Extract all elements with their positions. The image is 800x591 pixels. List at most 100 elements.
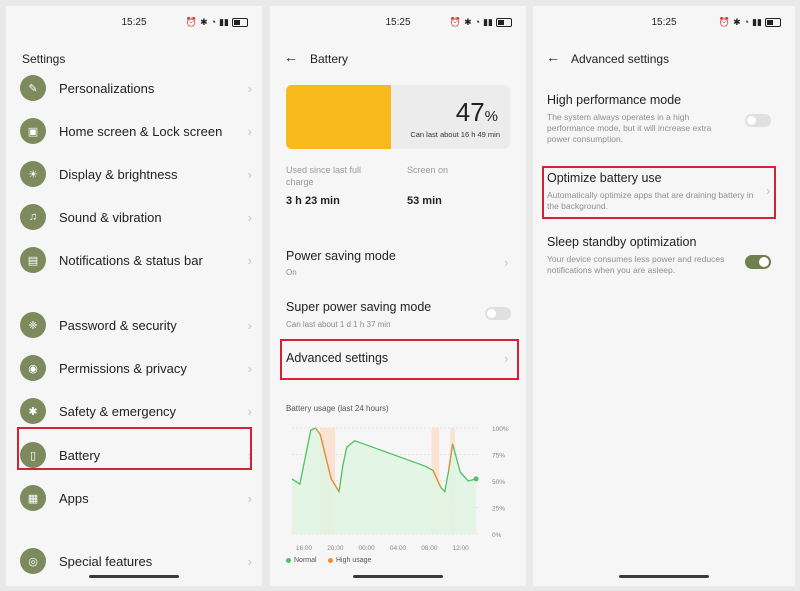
settings-item-label: Personalizations — [59, 80, 155, 96]
sleep-standby-desc: Your device consumes less power and redu… — [547, 254, 725, 275]
image-icon: ▣ — [20, 118, 46, 144]
chevron-right-icon: › — [247, 490, 252, 506]
settings-item[interactable]: ▣ Home screen & Lock screen › — [20, 116, 252, 146]
settings-item[interactable]: ❈ Password & security › — [20, 310, 252, 340]
settings-item-label: Sound & vibration — [59, 209, 162, 225]
chevron-right-icon: › — [247, 403, 252, 419]
power-saving-title: Power saving mode — [286, 249, 396, 263]
highlight-battery-box — [17, 427, 252, 470]
alarm-icon: ⏰ — [718, 17, 731, 27]
settings-item-label: Home screen & Lock screen — [59, 123, 223, 139]
alarm-icon: ⏰ — [185, 17, 198, 27]
settings-item[interactable]: ▤ Notifications & status bar › — [20, 245, 252, 275]
page-title: Settings — [22, 52, 66, 66]
battery-level-card: 47% Can last about 16 h 49 min — [286, 85, 510, 149]
brush-icon: ✎ — [20, 75, 46, 101]
page-title: Advanced settings — [571, 52, 670, 66]
high-performance-desc: The system always operates in a high per… — [547, 112, 712, 144]
y-tick-label: 100% — [492, 426, 509, 433]
settings-item[interactable]: ◉ Permissions & privacy › — [20, 353, 252, 383]
settings-item-label: Safety & emergency — [59, 403, 177, 419]
x-tick-label: 00:00 — [359, 545, 376, 552]
settings-item-label: Permissions & privacy — [59, 360, 187, 376]
y-tick-label: 50% — [492, 479, 505, 486]
super-power-saving-title: Super power saving mode — [286, 300, 432, 314]
super-power-saving-toggle[interactable] — [485, 307, 511, 320]
sleep-standby-title: Sleep standby optimization — [547, 235, 697, 249]
legend-normal-label: Normal — [294, 557, 317, 564]
settings-item-label: Notifications & status bar — [59, 252, 203, 268]
settings-item[interactable]: ✎ Personalizations › — [20, 73, 252, 103]
star-icon: ✱ — [20, 398, 46, 424]
used-since-value: 3 h 23 min — [286, 195, 340, 207]
bell-icon: ♫ — [20, 204, 46, 230]
settings-item[interactable]: ☀ Display & brightness › — [20, 159, 252, 189]
settings-item-label: Apps — [59, 490, 89, 506]
chevron-right-icon: › — [247, 360, 252, 376]
highlight-optimize-box — [542, 166, 776, 219]
shield-icon: ❈ — [20, 312, 46, 338]
legend-normal: Normal — [286, 557, 317, 564]
status-icons: ⏰ ✱ ◔ ▮▮ — [719, 16, 781, 28]
chevron-right-icon: › — [504, 255, 509, 270]
battery-usage-chart: 100% 75% 50% 25% 0% 16:00 20:00 00:00 04:00 08:00… — [291, 426, 509, 552]
screen-on-value: 53 min — [407, 195, 442, 207]
settings-item[interactable]: ◎ Special features › — [20, 546, 252, 576]
bluetooth-icon: ✱ — [733, 17, 741, 27]
home-indicator[interactable] — [619, 575, 709, 578]
notification-icon: ▤ — [20, 247, 46, 273]
battery-remaining-text: Can last about 16 h 49 min — [410, 130, 500, 139]
high-performance-toggle[interactable] — [745, 114, 771, 127]
back-arrow-icon[interactable]: ← — [546, 49, 560, 65]
settings-item[interactable]: ▦ Apps › — [20, 483, 252, 513]
signal-icon: ▮▮ — [752, 17, 762, 27]
chart-title: Battery usage (last 24 hours) — [286, 404, 389, 413]
chevron-right-icon: › — [247, 553, 252, 569]
x-tick-label: 08:00 — [421, 545, 438, 552]
battery-percent: 47% — [455, 97, 498, 127]
eye-icon: ◉ — [20, 355, 46, 381]
x-tick-label: 20:00 — [327, 545, 344, 552]
y-tick-label: 25% — [492, 506, 505, 513]
screen-on-label: Screen on — [407, 165, 449, 175]
status-bar: 15:25 ⏰ ✱ ◔ ▮▮ — [6, 16, 262, 30]
settings-item-label: Special features — [59, 553, 153, 569]
chevron-right-icon: › — [247, 166, 252, 182]
signal-icon: ▮▮ — [219, 17, 229, 27]
special-features-icon: ◎ — [20, 548, 46, 574]
legend-high-usage: High usage — [328, 557, 371, 564]
advanced-settings-panel: 15:25 ⏰ ✱ ◔ ▮▮ ← Advanced settings High … — [533, 6, 795, 586]
highlight-advanced-box — [280, 339, 519, 380]
battery-level-fill — [286, 85, 392, 149]
chevron-right-icon: › — [247, 123, 252, 139]
wifi-icon: ◔ — [210, 17, 217, 27]
battery-status-icon — [232, 17, 248, 27]
back-arrow-icon[interactable]: ← — [284, 49, 298, 65]
home-indicator[interactable] — [89, 575, 179, 578]
bluetooth-icon: ✱ — [464, 17, 472, 27]
used-since-label: Used since last full charge — [286, 165, 362, 187]
settings-item[interactable]: ♫ Sound & vibration › — [20, 202, 252, 232]
current-point — [473, 476, 479, 482]
super-power-saving-sub: Can last about 1 d 1 h 37 min — [286, 320, 391, 329]
high-performance-title: High performance mode — [547, 93, 682, 107]
page-title: Battery — [310, 52, 349, 66]
settings-item-label: Display & brightness — [59, 166, 178, 182]
legend-normal-swatch — [286, 558, 291, 563]
chevron-right-icon: › — [247, 317, 252, 333]
x-tick-label: 04:00 — [390, 545, 407, 552]
y-tick-label: 75% — [492, 453, 505, 460]
sleep-standby-toggle[interactable] — [745, 255, 771, 269]
x-tick-label: 12:00 — [453, 545, 470, 552]
settings-item[interactable]: ✱ Safety & emergency › — [20, 396, 252, 426]
chevron-right-icon: › — [247, 209, 252, 225]
status-bar: 15:25 ⏰ ✱ ◔ ▮▮ — [270, 16, 526, 30]
alarm-icon: ⏰ — [449, 17, 462, 27]
bluetooth-icon: ✱ — [200, 17, 208, 27]
status-icons: ⏰ ✱ ◔ ▮▮ — [450, 16, 512, 28]
home-indicator[interactable] — [353, 575, 443, 578]
y-tick-label: 0% — [492, 532, 502, 539]
chevron-right-icon: › — [247, 252, 252, 268]
sun-icon: ☀ — [20, 161, 46, 187]
battery-panel: 15:25 ⏰ ✱ ◔ ▮▮ ← Battery 47% Can last ab… — [270, 6, 526, 586]
